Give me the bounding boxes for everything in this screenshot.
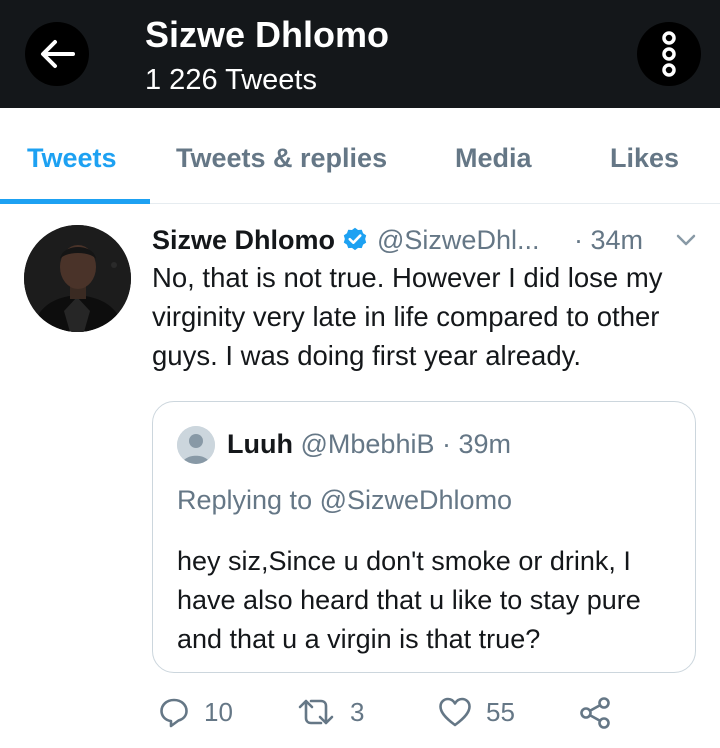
tab-media[interactable]: Media: [455, 138, 532, 178]
author-handle[interactable]: @SizweDhl...: [377, 225, 539, 256]
chevron-down-icon: [676, 234, 696, 246]
active-tab-indicator: [0, 199, 150, 204]
tweet-header: Sizwe Dhlomo @SizweDhl...: [152, 220, 539, 260]
more-options-button[interactable]: [637, 22, 701, 86]
tab-tweets[interactable]: Tweets: [27, 138, 117, 178]
heart-icon: [439, 697, 471, 727]
replying-to-mention[interactable]: @SizweDhlomo: [320, 485, 512, 515]
tweet-timestamp[interactable]: · 34m: [574, 220, 643, 260]
verified-badge-icon: [341, 226, 369, 254]
more-vertical-icon: [662, 31, 676, 77]
quoted-author-name: Luuh: [227, 429, 293, 459]
tweet-actions: 10 3 55: [0, 690, 720, 740]
share-icon: [580, 697, 610, 729]
profile-title: Sizwe Dhlomo: [145, 14, 390, 55]
retweet-button[interactable]: 3: [296, 696, 364, 728]
tab-tweets-and-replies[interactable]: Tweets & replies: [176, 138, 387, 178]
reply-icon: [160, 698, 188, 728]
profile-tabs: Tweets Tweets & replies Media Likes: [0, 108, 720, 204]
default-avatar-icon: [177, 426, 215, 464]
share-button[interactable]: [578, 696, 612, 730]
retweet-count: 3: [350, 696, 365, 727]
profile-photo: [24, 225, 131, 332]
author-name[interactable]: Sizwe Dhlomo: [152, 225, 335, 256]
back-button[interactable]: [25, 22, 89, 86]
like-button[interactable]: 55: [438, 696, 515, 728]
quoted-timestamp: · 39m: [442, 429, 512, 459]
tab-likes[interactable]: Likes: [610, 138, 679, 178]
replying-to-line: Replying to @SizweDhlomo: [177, 480, 512, 520]
replying-to-label: Replying to: [177, 485, 313, 515]
tweet-menu-button[interactable]: [672, 228, 700, 252]
quoted-avatar: [177, 426, 215, 464]
quoted-author-handle: @MbebhiB: [300, 429, 435, 459]
tweet-text: No, that is not true. However I did lose…: [152, 262, 663, 371]
reply-button[interactable]: 10: [158, 696, 233, 728]
reply-count: 10: [204, 696, 233, 727]
like-count: 55: [486, 696, 515, 727]
quoted-header: Luuh @MbebhiB · 39m: [227, 424, 511, 464]
quoted-tweet[interactable]: Luuh @MbebhiB · 39m Replying to @SizweDh…: [152, 401, 696, 673]
tweet-count: 1 226 Tweets: [145, 64, 317, 96]
quoted-tweet-text: hey siz,Since u don't smoke or drink, I …: [177, 546, 641, 654]
avatar[interactable]: [24, 225, 131, 332]
arrow-left-icon: [41, 40, 75, 68]
top-bar: Sizwe Dhlomo 1 226 Tweets: [0, 0, 720, 108]
retweet-icon: [298, 699, 334, 725]
